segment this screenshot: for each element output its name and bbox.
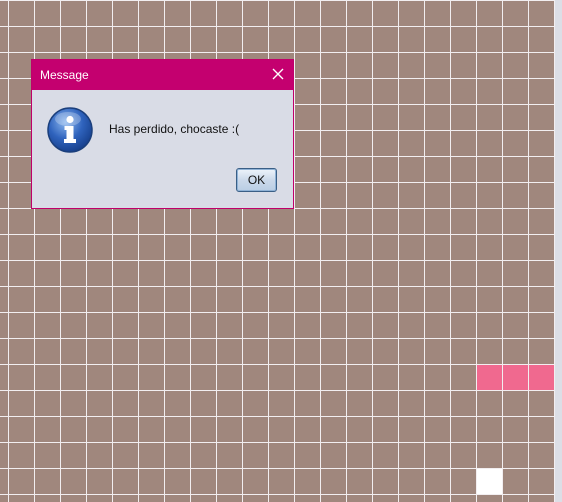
- window-edge: [555, 0, 562, 502]
- dialog-message: Has perdido, chocaste :(: [109, 122, 240, 136]
- message-dialog: Message Has perdido, chocaste :( OK: [31, 59, 294, 209]
- info-icon: [47, 107, 93, 153]
- close-icon: [272, 68, 284, 80]
- snake-segment: [529, 365, 554, 390]
- dialog-title: Message: [40, 68, 89, 82]
- close-button[interactable]: [269, 65, 287, 83]
- snake-segment: [477, 365, 502, 390]
- dialog-titlebar[interactable]: Message: [32, 60, 293, 90]
- ok-button[interactable]: OK: [236, 168, 277, 192]
- food-cell: [477, 469, 502, 494]
- snake-segment: [503, 365, 528, 390]
